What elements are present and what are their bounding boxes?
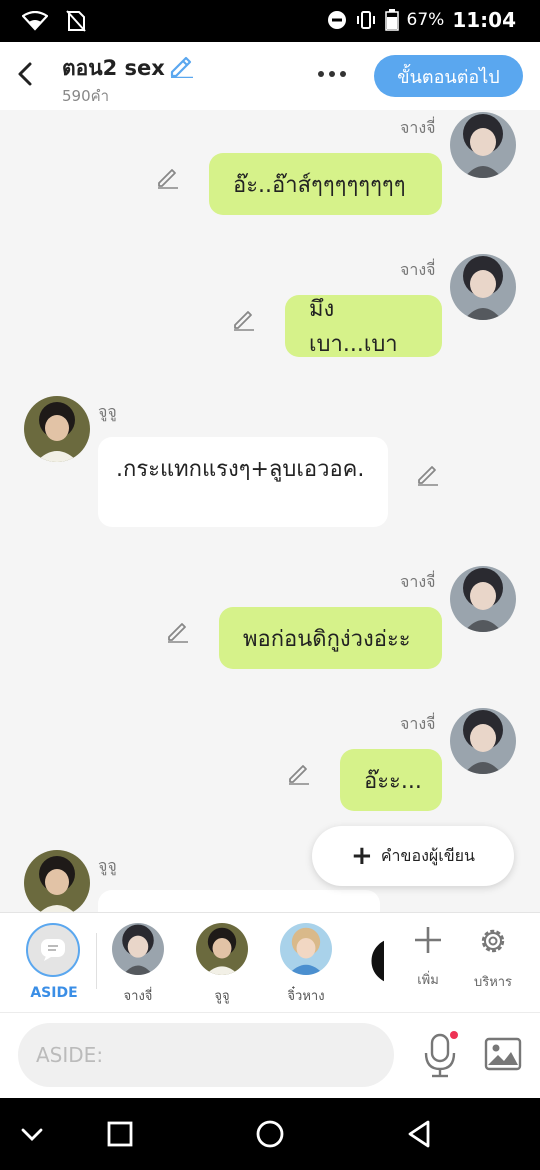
next-step-button[interactable]: ขั้นตอนต่อไป bbox=[374, 55, 523, 97]
sender-name: จางจี่ bbox=[400, 572, 436, 591]
avatar-juju[interactable] bbox=[24, 396, 90, 462]
chat-bubble-icon bbox=[41, 939, 65, 961]
header: ตอน2 sex 590คำ ขั้นตอนต่อไป bbox=[0, 42, 540, 110]
manage-characters-button[interactable]: บริหาร bbox=[463, 925, 523, 992]
sender-name: จางจี่ bbox=[400, 260, 436, 279]
message-bubble[interactable]: พอก่อนดิกูง่วงอ่ะะ bbox=[219, 607, 442, 669]
character-name: จางจี่ bbox=[123, 989, 153, 1004]
back-arrow-icon[interactable] bbox=[14, 60, 38, 88]
edit-message-pencil-icon[interactable] bbox=[166, 619, 190, 643]
sender-name: จูจู bbox=[98, 856, 117, 875]
character-juju[interactable]: จูจู bbox=[192, 923, 252, 1006]
home-icon[interactable] bbox=[254, 1118, 286, 1150]
clock: 11:04 bbox=[452, 8, 516, 32]
more-options-icon[interactable] bbox=[318, 66, 354, 82]
message-bubble[interactable]: อ๊ะะ... bbox=[340, 749, 442, 811]
character-name: จิ๋วหาง bbox=[287, 989, 325, 1004]
message-bubble[interactable]: อ๊ะ..อ๊าส์ๆๆๆๆๆๆๆๆ bbox=[209, 153, 442, 215]
do-not-disturb-icon bbox=[327, 11, 346, 29]
sender-name: จางจี่ bbox=[400, 714, 436, 733]
vibrate-icon bbox=[356, 11, 375, 29]
plus-icon bbox=[415, 927, 441, 953]
add-character-button[interactable]: เพิ่ม bbox=[398, 925, 458, 990]
edit-message-pencil-icon[interactable] bbox=[287, 761, 311, 785]
battery-percent: 67% bbox=[406, 10, 445, 30]
add-author-note-button[interactable]: + คำของผู้เขียน bbox=[312, 826, 514, 886]
divider bbox=[96, 933, 97, 989]
manage-label: บริหาร bbox=[473, 975, 513, 990]
avatar bbox=[280, 923, 332, 975]
sender-name: จางจี่ bbox=[400, 118, 436, 137]
battery-icon bbox=[384, 9, 399, 31]
aside-message-input[interactable] bbox=[18, 1023, 394, 1087]
avatar-jangji[interactable] bbox=[450, 708, 516, 774]
character-jiuhang[interactable]: จิ๋วหาง bbox=[276, 923, 336, 1006]
chat-area[interactable]: จางจี่ อ๊ะ..อ๊าส์ๆๆๆๆๆๆๆๆ จางจี่ มึงเบา.… bbox=[0, 110, 540, 912]
avatar bbox=[112, 923, 164, 975]
avatar bbox=[196, 923, 248, 975]
character-jangji[interactable]: จางจี่ bbox=[108, 923, 168, 1006]
character-bar: ASIDE จางจี่ จูจู จิ๋วหาง เพิ่ม บริหาร bbox=[0, 912, 540, 1012]
aside-label: ASIDE bbox=[30, 985, 78, 1001]
chevron-down-icon[interactable] bbox=[16, 1118, 48, 1150]
wifi-icon bbox=[22, 11, 48, 31]
character-partial[interactable] bbox=[368, 935, 384, 987]
sender-name: จูจู bbox=[98, 402, 117, 421]
avatar-jangji[interactable] bbox=[450, 112, 516, 178]
no-sim-icon bbox=[66, 10, 86, 32]
edit-message-pencil-icon[interactable] bbox=[232, 307, 256, 331]
add-label: เพิ่ม bbox=[417, 973, 439, 988]
avatar-juju[interactable] bbox=[24, 850, 90, 912]
input-bar bbox=[0, 1012, 540, 1098]
episode-title[interactable]: ตอน2 sex bbox=[62, 52, 165, 85]
recording-indicator-dot bbox=[450, 1031, 458, 1039]
recent-apps-icon[interactable] bbox=[104, 1118, 136, 1150]
avatar-jangji[interactable] bbox=[450, 254, 516, 320]
message-bubble[interactable] bbox=[98, 890, 380, 912]
edit-message-pencil-icon[interactable] bbox=[156, 165, 180, 189]
character-name: จูจู bbox=[214, 989, 230, 1004]
gear-icon bbox=[481, 929, 505, 953]
edit-message-pencil-icon[interactable] bbox=[416, 462, 440, 486]
back-icon[interactable] bbox=[404, 1118, 436, 1150]
image-icon[interactable] bbox=[484, 1037, 522, 1071]
message-bubble[interactable]: .กระแทกแรงๆ+ลูบเอวอค. bbox=[98, 437, 388, 527]
system-navigation-bar bbox=[0, 1098, 540, 1170]
plus-icon: + bbox=[351, 841, 373, 871]
word-count: 590คำ bbox=[62, 87, 110, 105]
edit-title-pencil-icon[interactable] bbox=[168, 52, 194, 78]
avatar-jangji[interactable] bbox=[450, 566, 516, 632]
message-bubble[interactable]: มึงเบา...เบา bbox=[285, 295, 442, 357]
aside-character-button[interactable]: ASIDE bbox=[26, 923, 82, 1001]
author-note-label: คำของผู้เขียน bbox=[380, 845, 475, 865]
status-bar: 67% 11:04 bbox=[0, 0, 540, 42]
